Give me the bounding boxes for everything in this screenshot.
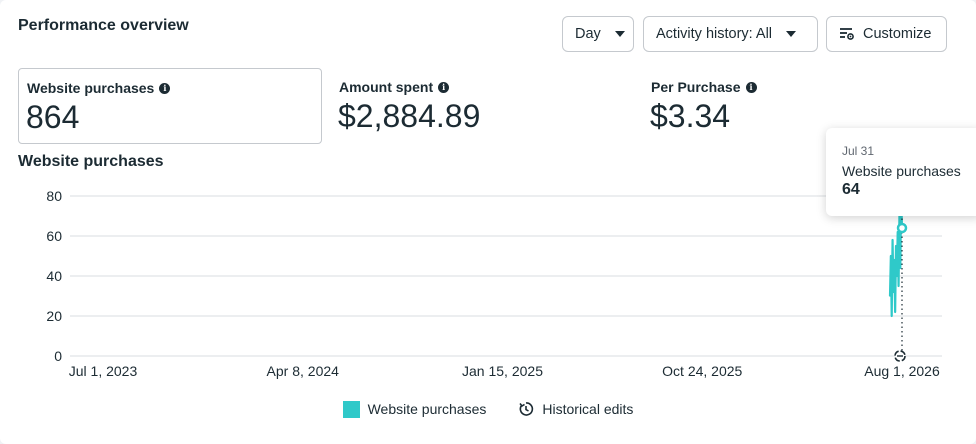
legend-label: Historical edits — [542, 401, 634, 417]
customize-sliders-icon — [839, 27, 855, 41]
metric-label: Per Purchase — [651, 79, 741, 95]
page-title: Performance overview — [18, 17, 189, 34]
chart-title: Website purchases — [18, 153, 164, 170]
data-point — [891, 239, 894, 241]
metric-label: Amount spent — [339, 79, 434, 95]
legend-item-website-purchases[interactable]: Website purchases — [342, 400, 487, 418]
y-tick-label: 0 — [54, 348, 62, 364]
metric-label: Website purchases — [27, 80, 155, 96]
metric-value: 864 — [26, 99, 80, 135]
legend-label: Website purchases — [367, 401, 487, 417]
tooltip-label: Website purchases — [842, 163, 961, 179]
x-tick-label: Apr 8, 2024 — [267, 363, 340, 379]
data-point — [890, 255, 892, 257]
metric-website-purchases[interactable]: Website purchases i 864 — [18, 68, 322, 144]
info-icon[interactable]: i — [438, 81, 450, 93]
performance-overview-card: Performance overview Day Activity histor… — [0, 0, 976, 444]
historical-edits-icon — [518, 401, 534, 417]
y-tick-label: 40 — [46, 268, 62, 284]
y-tick-label: 20 — [46, 308, 62, 324]
highlighted-point — [896, 222, 908, 234]
legend-item-historical-edits[interactable]: Historical edits — [518, 401, 633, 417]
x-tick-label: Jul 1, 2023 — [69, 363, 138, 379]
data-point — [890, 315, 893, 317]
chevron-down-icon — [786, 31, 797, 37]
metric-value: $2,884.89 — [338, 98, 481, 134]
tooltip-value: 64 — [842, 181, 860, 198]
chart-legend: Website purchases Historical edits — [0, 397, 976, 421]
x-tick-label: Oct 24, 2025 — [662, 363, 742, 379]
data-point — [892, 291, 895, 293]
chevron-down-icon — [614, 31, 625, 37]
data-point — [893, 259, 896, 261]
data-point — [889, 295, 891, 297]
metric-per-purchase[interactable]: Per Purchase i $3.34 — [643, 68, 823, 144]
info-icon[interactable]: i — [745, 81, 757, 93]
customize-button[interactable]: Customize — [826, 16, 947, 52]
data-point — [896, 275, 898, 277]
data-point — [895, 245, 897, 247]
customize-label: Customize — [863, 26, 932, 42]
tooltip-date: Jul 31 — [842, 144, 875, 158]
legend-swatch — [342, 400, 360, 418]
data-point — [897, 285, 900, 287]
info-icon[interactable]: i — [159, 82, 171, 94]
data-point — [894, 311, 896, 313]
activity-history-dropdown[interactable]: Activity history: All — [643, 16, 818, 52]
day-dropdown[interactable]: Day — [562, 16, 634, 52]
metric-value: $3.34 — [650, 98, 731, 134]
x-tick-label: Aug 1, 2026 — [864, 363, 940, 379]
activity-history-label: Activity history: All — [656, 26, 773, 42]
y-tick-label: 80 — [46, 188, 62, 204]
x-tick-label: Jan 15, 2025 — [462, 363, 543, 379]
day-dropdown-label: Day — [575, 26, 601, 42]
y-tick-label: 60 — [46, 228, 62, 244]
chart-tooltip: Jul 31 Website purchases 64 — [826, 128, 976, 216]
data-point — [899, 267, 902, 269]
metric-amount-spent[interactable]: Amount spent i $2,884.89 — [331, 68, 631, 144]
historical-edits-marker[interactable] — [894, 350, 906, 362]
